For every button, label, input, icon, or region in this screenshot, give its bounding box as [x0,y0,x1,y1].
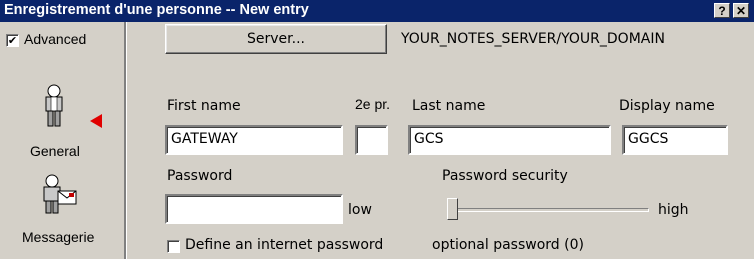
password-security-high-label: high [658,202,689,218]
password-security-label: Password security [442,168,568,184]
internet-password-label[interactable]: Define an internet password [185,237,383,253]
person-icon [45,84,63,127]
internet-password-checkbox[interactable] [167,240,180,253]
sidebar-item-general[interactable] [40,84,68,128]
last-name-input[interactable]: GCS [408,125,611,155]
selected-arrow-icon [90,114,102,128]
sidebar-item-messagerie[interactable] [38,174,78,214]
sidebar-item-general-label[interactable]: General [30,143,80,159]
advanced-label: Advanced [24,31,87,47]
middle-initial-input[interactable] [355,125,388,155]
sidebar [0,22,124,259]
help-button[interactable]: ? [714,3,730,18]
password-security-slider-thumb[interactable] [447,198,458,220]
first-name-label: First name [167,98,241,114]
close-button[interactable]: ✕ [733,3,749,18]
sidebar-divider [124,22,127,259]
sidebar-item-messagerie-label[interactable]: Messagerie [22,229,94,245]
password-label: Password [167,168,233,184]
password-security-slider-track[interactable] [447,208,649,212]
server-value: YOUR_NOTES_SERVER/YOUR_DOMAIN [401,31,665,47]
password-strength: low [348,202,372,218]
mail-person-icon [43,174,77,214]
server-button[interactable]: Server... [165,24,387,54]
display-name-input[interactable]: GGCS [622,125,728,155]
display-name-label: Display name [619,98,715,114]
middle-initial-label: 2e pr. [355,96,391,112]
advanced-checkbox[interactable]: ✔ [6,34,19,47]
optional-password-text: optional password (0) [432,237,584,253]
password-input[interactable] [165,194,343,224]
first-name-input[interactable]: GATEWAY [165,125,343,155]
last-name-label: Last name [412,98,486,114]
window-title: Enregistrement d'une personne -- New ent… [4,2,309,18]
